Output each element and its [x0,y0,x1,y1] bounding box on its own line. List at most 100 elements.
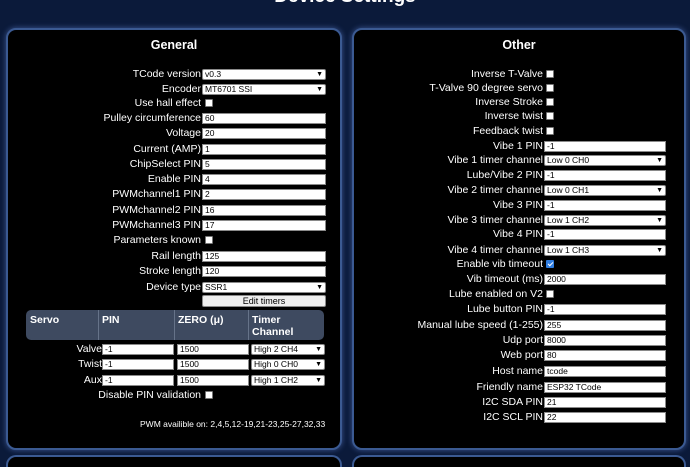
other-panel: Other Inverse T-Valve T-Valve 90 degree … [352,28,686,450]
enable-pin-input[interactable]: 4 [202,174,326,185]
inverse-tvalve-label: Inverse T-Valve [471,68,543,80]
table-row: Aux [8,374,102,386]
twist-timer-select[interactable]: High 0 CH0 ▼ [251,359,325,370]
vibe4-timer-select[interactable]: Low 1 CH3 ▼ [544,245,666,256]
vibe3-timer-select[interactable]: Low 1 CH2 ▼ [544,215,666,226]
encoder-select[interactable]: MT6701 SSI ▼ [202,84,326,95]
current-label: Current (AMP) [133,143,201,155]
tcode-version-select[interactable]: v0.3 ▼ [202,69,326,80]
valve-pin-input[interactable]: -1 [102,344,174,355]
chipselect-pin-label: ChipSelect PIN [129,158,201,170]
servo-name: Aux [83,374,102,386]
aux-pin-input[interactable]: -1 [102,375,174,386]
pwm1-label: PWMchannel1 PIN [112,188,201,200]
manual-lube-speed-label: Manual lube speed (1-255) [417,319,544,331]
chevron-down-icon: ▼ [316,71,323,78]
aux-zero-input[interactable]: 1500 [177,375,249,386]
page-title: Device Settings [0,0,690,8]
table-row: Twist [8,358,102,370]
feedback-twist-label: Feedback twist [472,125,543,137]
twist-zero-input[interactable]: 1500 [177,359,249,370]
pwm2-input[interactable]: 16 [202,205,326,216]
disable-pin-validation-checkbox[interactable] [205,391,213,399]
servo-name: Valve [76,343,103,355]
pwm1-input[interactable]: 2 [202,189,326,200]
inverse-twist-checkbox[interactable] [546,112,554,120]
i2c-sda-label: I2C SDA PIN [482,396,543,408]
pwm-note: PWM availible on: 2,4,5,12-19,21-23,25-2… [140,419,326,429]
other-title: Other [502,38,536,52]
vibe2-timer-select[interactable]: Low 0 CH1 ▼ [544,185,666,196]
inverse-stroke-label: Inverse Stroke [475,96,543,108]
chevron-down-icon: ▼ [315,361,322,368]
tcode-version-label: TCode version [132,68,201,80]
vibe1-timer-label: Vibe 1 timer channel [447,154,543,166]
valve-timer-select[interactable]: High 2 CH4 ▼ [251,344,325,355]
tvalve-90-label: T-Valve 90 degree servo [429,82,543,94]
chevron-down-icon: ▼ [656,217,663,224]
aux-timer-select[interactable]: High 1 CH2 ▼ [251,375,325,386]
web-port-input[interactable]: 80 [544,350,666,361]
vibe1-timer-select[interactable]: Low 0 CH0 ▼ [544,155,666,166]
parameters-known-checkbox[interactable] [205,236,213,244]
lube-vibe2-pin-input[interactable]: -1 [544,170,666,181]
i2c-sda-input[interactable]: 21 [544,397,666,408]
edit-timers-button[interactable]: Edit timers [202,295,326,307]
enable-vib-timeout-label: Enable vib timeout [456,258,543,270]
host-name-label: Host name [492,365,543,377]
feedback-twist-checkbox[interactable] [546,127,554,135]
chipselect-pin-input[interactable]: 5 [202,159,326,170]
vibe1-pin-input[interactable]: -1 [544,141,666,152]
enable-vib-timeout-checkbox[interactable] [546,260,554,268]
rail-length-label: Rail length [151,250,201,262]
valve-zero-input[interactable]: 1500 [177,344,249,355]
chevron-down-icon: ▼ [316,86,323,93]
inverse-tvalve-checkbox[interactable] [546,70,554,78]
inverse-twist-label: Inverse twist [484,110,543,122]
device-type-label: Device type [146,281,201,293]
lube-button-pin-input[interactable]: -1 [544,304,666,315]
chevron-down-icon: ▼ [315,346,322,353]
stroke-length-input[interactable]: 120 [202,266,326,277]
manual-lube-speed-input[interactable]: 255 [544,320,666,331]
voltage-input[interactable]: 20 [202,128,326,139]
friendly-name-label: Friendly name [476,381,543,393]
twist-pin-input[interactable]: -1 [102,359,174,370]
pin-col-header: PIN [102,314,120,326]
rail-length-input[interactable]: 125 [202,251,326,262]
lube-button-pin-label: Lube button PIN [467,303,543,315]
lube-on-v2-label: Lube enabled on V2 [448,288,543,300]
vibe4-pin-input[interactable]: -1 [544,229,666,240]
inverse-stroke-checkbox[interactable] [546,98,554,106]
servo-table-header: Servo PIN ZERO (μ) Timer Channel [26,310,324,340]
current-input[interactable]: 1 [202,144,326,155]
chevron-down-icon: ▼ [316,284,323,291]
udp-port-input[interactable]: 8000 [544,335,666,346]
general-panel: General TCode version v0.3 ▼ Encoder MT67… [6,28,342,450]
device-type-select[interactable]: SSR1 ▼ [202,282,326,293]
i2c-scl-input[interactable]: 22 [544,412,666,423]
zero-col-header: ZERO (μ) [178,314,224,326]
voltage-label: Voltage [165,127,201,139]
tvalve-90-checkbox[interactable] [546,84,554,92]
friendly-name-input[interactable]: ESP32 TCode [544,382,666,393]
use-hall-effect-checkbox[interactable] [205,99,213,107]
vibe3-pin-label: Vibe 3 PIN [492,199,543,211]
vibe3-pin-input[interactable]: -1 [544,200,666,211]
host-name-input[interactable]: tcode [544,366,666,377]
timer-col-header: Timer Channel [252,314,294,338]
pulley-circumference-label: Pulley circumference [103,112,201,124]
lube-on-v2-checkbox[interactable] [546,290,554,298]
chevron-down-icon: ▼ [315,377,322,384]
encoder-label: Encoder [161,83,201,95]
i2c-scl-label: I2C SCL PIN [483,411,543,423]
vibe3-timer-label: Vibe 3 timer channel [447,214,543,226]
general-title: General [150,38,198,52]
pulley-circumference-input[interactable]: 60 [202,113,326,124]
servo-col-header: Servo [30,314,60,326]
pwm3-input[interactable]: 17 [202,220,326,231]
disable-pin-validation-label: Disable PIN validation [98,389,201,401]
enable-pin-label: Enable PIN [147,173,201,185]
vib-timeout-input[interactable]: 2000 [544,274,666,285]
servo-name: Twist [78,358,102,370]
